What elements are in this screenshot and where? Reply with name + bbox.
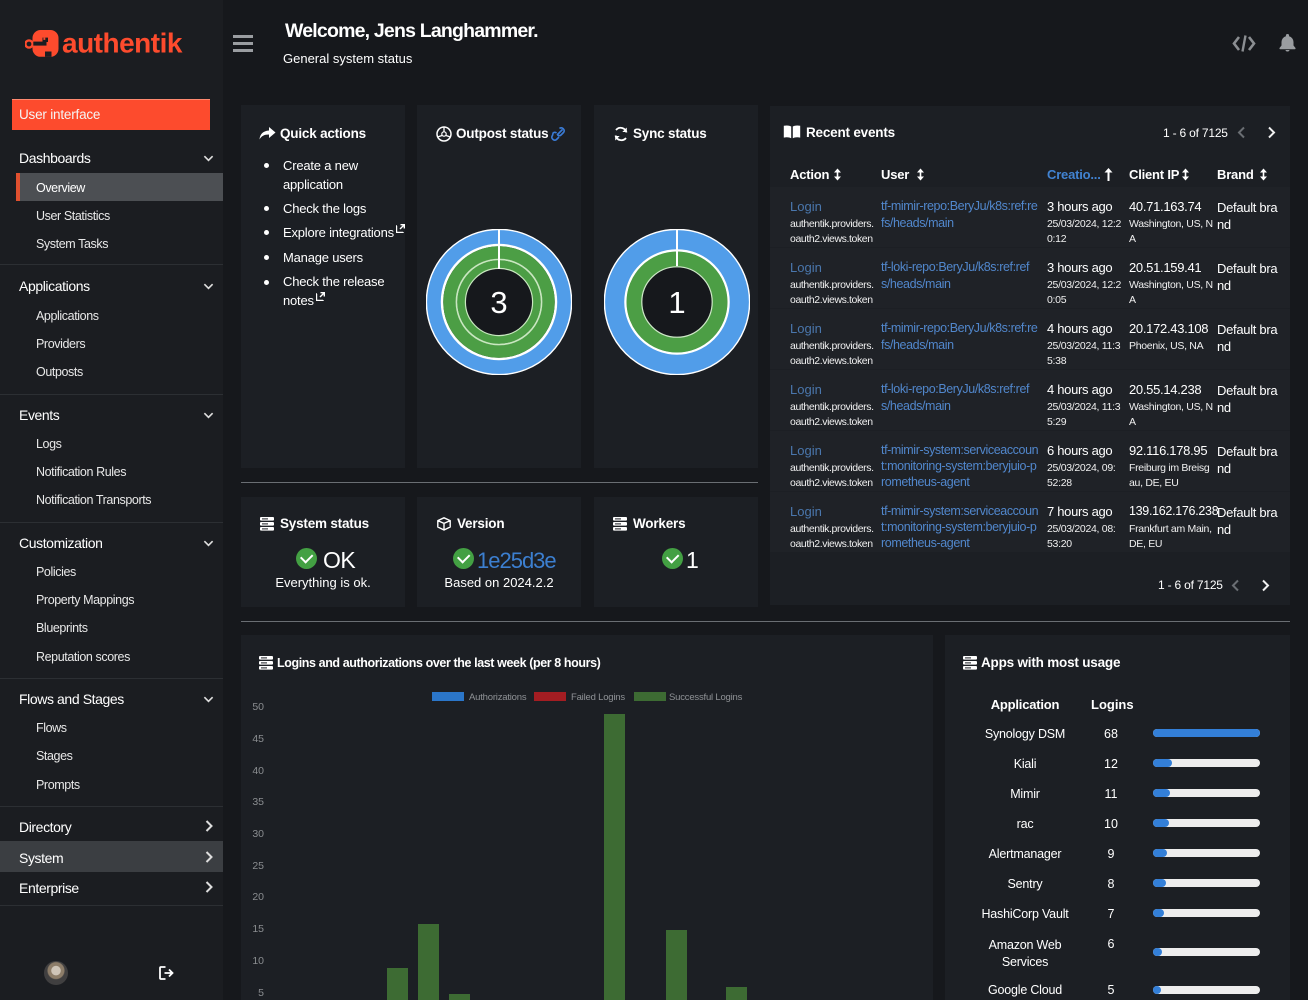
- svg-text:3: 3: [490, 285, 507, 320]
- svg-text:1: 1: [668, 285, 685, 320]
- svg-text:authentik: authentik: [62, 28, 183, 59]
